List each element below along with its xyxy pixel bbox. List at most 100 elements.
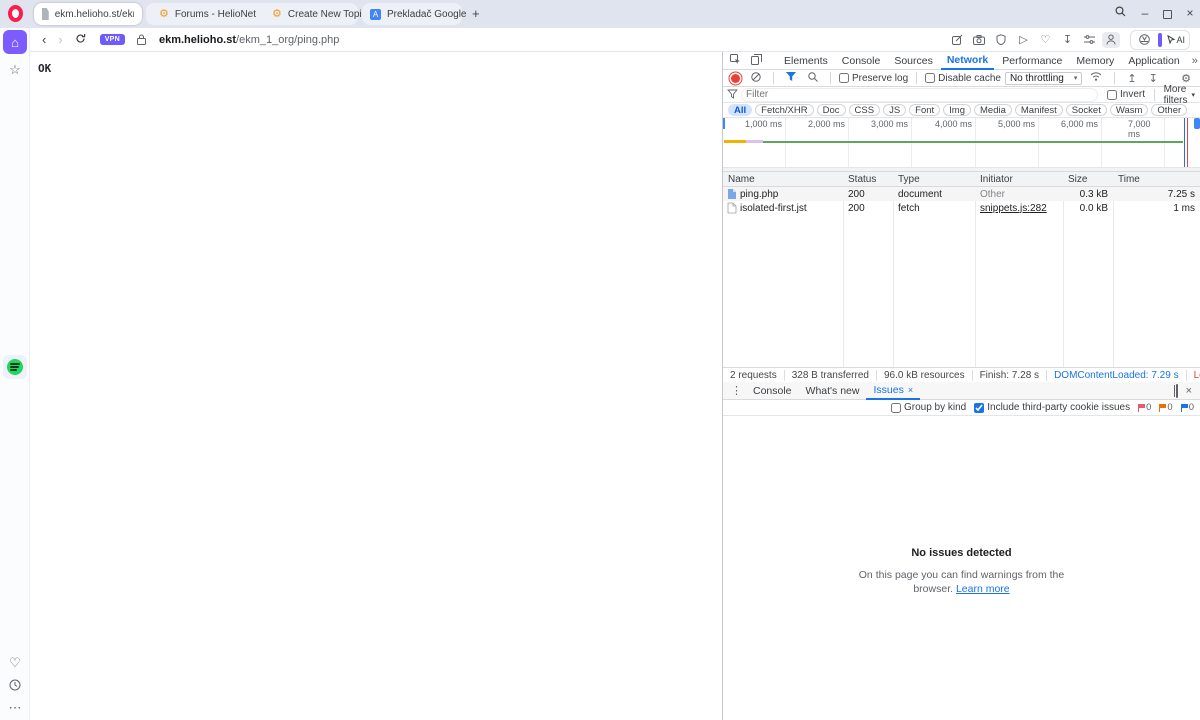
chip-manifest[interactable]: Manifest — [1015, 104, 1063, 116]
address-bar: ‹ › VPN ekm.helioho.st/ekm_1_org/ping.ph… — [0, 28, 1200, 52]
device-toolbar-icon[interactable] — [747, 54, 766, 68]
group-by-kind-checkbox[interactable]: Group by kind — [891, 402, 966, 413]
drawer-tab-bar: ⋮ Console What's new Issues × × — [723, 382, 1200, 400]
overview-left-grip[interactable] — [723, 118, 725, 129]
throttling-select[interactable]: No throttling ▾ — [1005, 72, 1082, 85]
reload-button[interactable] — [69, 32, 92, 47]
tab-network[interactable]: Network — [941, 52, 994, 70]
sidebar-toggle-indicator[interactable] — [1158, 33, 1162, 47]
preserve-log-checkbox[interactable]: Preserve log — [839, 73, 908, 84]
split-panel-icon[interactable] — [1172, 385, 1182, 397]
aria-ai-button[interactable]: AI — [1167, 35, 1185, 45]
sliders-icon[interactable] — [1080, 32, 1098, 48]
tab-sources[interactable]: Sources — [888, 52, 939, 70]
tab-active[interactable]: ekm.helioho.st/ekm_1_org — [34, 3, 142, 25]
learn-more-link[interactable]: Learn more — [956, 583, 1010, 595]
back-button[interactable]: ‹ — [36, 32, 52, 47]
shield-icon[interactable] — [992, 32, 1010, 48]
history-clock-icon[interactable] — [3, 673, 27, 697]
chip-socket[interactable]: Socket — [1066, 104, 1107, 116]
overview-right-grip[interactable] — [1194, 118, 1200, 129]
column-header-initiator[interactable]: Initiator — [975, 172, 1063, 187]
include-third-party-checkbox[interactable]: Include third-party cookie issues — [974, 402, 1130, 413]
table-row[interactable]: isolated-first.jst 200 fetch snippets.js… — [723, 201, 1200, 215]
tab-performance[interactable]: Performance — [996, 52, 1068, 70]
drawer-tab-console[interactable]: Console — [746, 382, 799, 400]
close-drawer-icon[interactable]: × — [1182, 385, 1196, 397]
wallet-icon[interactable] — [1135, 32, 1153, 48]
more-tabs-icon[interactable]: » — [1188, 55, 1200, 67]
chip-font[interactable]: Font — [909, 104, 940, 116]
include-third-party-label: Include third-party cookie issues — [987, 402, 1130, 413]
close-issues-tab-icon[interactable]: × — [908, 385, 913, 395]
lock-icon[interactable] — [133, 32, 151, 48]
drawer-tab-whats-new[interactable]: What's new — [799, 382, 867, 400]
opera-logo[interactable] — [8, 5, 23, 22]
tab-elements[interactable]: Elements — [778, 52, 834, 70]
chip-other[interactable]: Other — [1151, 104, 1187, 116]
maximize-button[interactable] — [1163, 10, 1172, 19]
chip-doc[interactable]: Doc — [817, 104, 846, 116]
inspect-element-icon[interactable] — [726, 54, 745, 68]
home-icon[interactable]: ⌂ — [3, 30, 27, 54]
vpn-badge[interactable]: VPN — [100, 34, 125, 45]
close-window-button[interactable]: × — [1180, 6, 1200, 20]
chip-wasm[interactable]: Wasm — [1110, 104, 1149, 116]
checkbox[interactable] — [925, 73, 935, 83]
snapshot-camera-icon[interactable] — [970, 32, 988, 48]
tab-translate[interactable]: A Prekladač Google — [362, 3, 475, 25]
column-header-status[interactable]: Status — [843, 172, 893, 187]
chip-js[interactable]: JS — [883, 104, 906, 116]
minimize-button[interactable]: – — [1135, 6, 1155, 20]
tab-console[interactable]: Console — [836, 52, 887, 70]
tab-forums[interactable]: ⚙ Forums - HelioNet — [151, 3, 264, 25]
spotify-icon[interactable] — [3, 355, 27, 379]
column-header-size[interactable]: Size — [1063, 172, 1113, 187]
helionet-favicon: ⚙ — [159, 9, 169, 20]
tab-application[interactable]: Application — [1122, 52, 1185, 70]
chip-fetch-xhr[interactable]: Fetch/XHR — [755, 104, 813, 116]
download-icon[interactable]: ↧ — [1058, 32, 1076, 48]
search-network-icon[interactable] — [804, 72, 822, 85]
chip-all[interactable]: All — [728, 104, 752, 116]
initiator-link[interactable]: snippets.js:282 — [980, 203, 1047, 214]
record-network-icon[interactable] — [731, 74, 740, 83]
checkbox[interactable] — [891, 403, 901, 413]
table-row[interactable]: ping.php 200 document Other 0.3 kB 7.25 … — [723, 187, 1200, 201]
disable-cache-checkbox[interactable]: Disable cache — [925, 73, 1001, 84]
network-overview-timeline[interactable]: 1,000 ms 2,000 ms 3,000 ms 4,000 ms 5,00… — [723, 118, 1200, 172]
network-conditions-icon[interactable] — [1086, 72, 1106, 84]
heart-sidebar-icon[interactable]: ♡ — [3, 651, 27, 675]
load-marker — [1187, 118, 1188, 172]
url-text[interactable]: ekm.helioho.st/ekm_1_org/ping.php — [159, 34, 339, 46]
drawer-menu-icon[interactable]: ⋮ — [727, 384, 746, 397]
invert-checkbox[interactable]: Invert — [1107, 89, 1145, 100]
chip-css[interactable]: CSS — [849, 104, 881, 116]
import-har-icon[interactable]: ↥ — [1123, 72, 1140, 85]
send-to-device-icon[interactable]: ▷ — [1014, 32, 1032, 48]
waterfall-segment-purple — [746, 140, 763, 143]
export-har-icon[interactable]: ↧ — [1145, 72, 1162, 85]
filter-funnel-icon[interactable] — [782, 72, 800, 84]
bookmarks-icon[interactable]: ☆ — [3, 58, 27, 82]
column-header-time[interactable]: Time — [1113, 172, 1200, 187]
forward-button[interactable]: › — [52, 32, 68, 47]
column-header-type[interactable]: Type — [893, 172, 975, 187]
tab-memory[interactable]: Memory — [1070, 52, 1120, 70]
drawer-tab-issues[interactable]: Issues × — [866, 382, 920, 400]
clear-network-icon[interactable] — [747, 72, 765, 85]
heart-icon[interactable]: ♡ — [1036, 32, 1054, 48]
new-tab-button[interactable]: + — [472, 6, 480, 21]
compose-icon[interactable] — [948, 32, 966, 48]
chip-media[interactable]: Media — [974, 104, 1012, 116]
more-options-icon[interactable]: ⋯ — [3, 696, 27, 720]
checkbox[interactable] — [839, 73, 849, 83]
checkbox[interactable] — [1107, 90, 1117, 100]
filter-input[interactable] — [742, 89, 1097, 101]
profile-icon[interactable] — [1102, 32, 1120, 48]
checkbox[interactable] — [974, 403, 984, 413]
column-header-name[interactable]: Name — [723, 172, 843, 187]
web-page-content: OK — [30, 52, 722, 720]
chip-img[interactable]: Img — [943, 104, 971, 116]
search-tabs-icon[interactable] — [1110, 6, 1130, 20]
